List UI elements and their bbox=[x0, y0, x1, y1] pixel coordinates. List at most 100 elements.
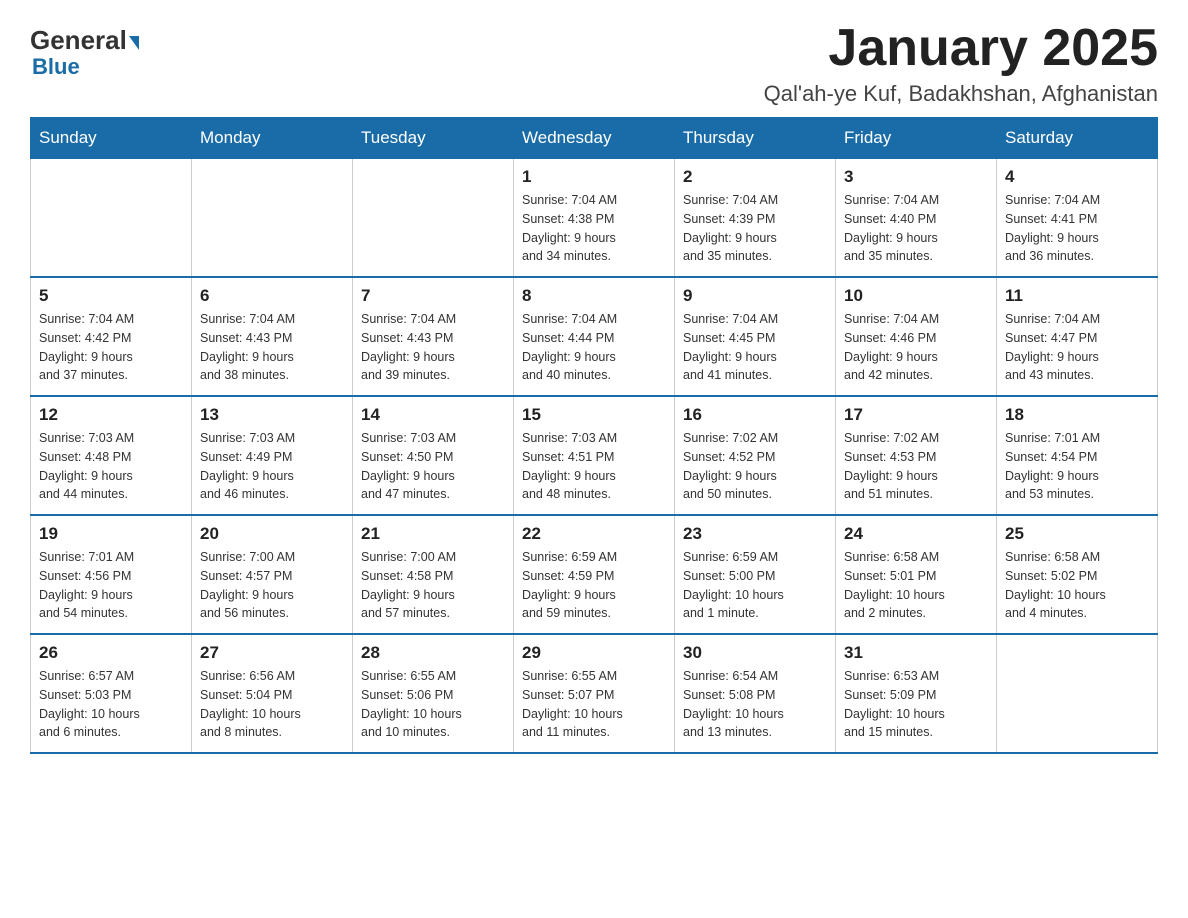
day-number: 25 bbox=[1005, 524, 1149, 544]
month-title: January 2025 bbox=[764, 20, 1158, 77]
location-title: Qal'ah-ye Kuf, Badakhshan, Afghanistan bbox=[764, 81, 1158, 107]
calendar-cell bbox=[192, 159, 353, 278]
day-number: 19 bbox=[39, 524, 183, 544]
calendar-week-row: 1Sunrise: 7:04 AM Sunset: 4:38 PM Daylig… bbox=[31, 159, 1158, 278]
calendar-week-row: 12 Sunrise: 7:03 AM Sunset: 4:48 PM Dayli… bbox=[31, 396, 1158, 515]
day-info: Sunrise: 7:03 AM Sunset: 4:50 PM Dayligh… bbox=[361, 429, 505, 504]
calendar-cell: 30 Sunrise: 6:54 AM Sunset: 5:08 PM Dayli… bbox=[675, 634, 836, 753]
day-info: Sunrise: 7:04 AM Sunset: 4:38 PM Dayligh… bbox=[522, 191, 666, 266]
weekday-header-thursday: Thursday bbox=[675, 118, 836, 159]
calendar-cell: 9 Sunrise: 7:04 AM Sunset: 4:45 PM Daylig… bbox=[675, 277, 836, 396]
calendar-week-row: 5 Sunrise: 7:04 AM Sunset: 4:42 PM Daylig… bbox=[31, 277, 1158, 396]
calendar-cell: 4Sunrise: 7:04 AM Sunset: 4:41 PM Daylig… bbox=[997, 159, 1158, 278]
calendar-cell bbox=[353, 159, 514, 278]
day-number: 24 bbox=[844, 524, 988, 544]
calendar-cell: 15 Sunrise: 7:03 AM Sunset: 4:51 PM Dayli… bbox=[514, 396, 675, 515]
calendar-cell: 18Sunrise: 7:01 AM Sunset: 4:54 PM Dayli… bbox=[997, 396, 1158, 515]
calendar-cell: 27Sunrise: 6:56 AM Sunset: 5:04 PM Dayli… bbox=[192, 634, 353, 753]
calendar-cell: 24 Sunrise: 6:58 AM Sunset: 5:01 PM Dayli… bbox=[836, 515, 997, 634]
day-info: Sunrise: 6:55 AM Sunset: 5:07 PM Dayligh… bbox=[522, 667, 666, 742]
day-number: 13 bbox=[200, 405, 344, 425]
calendar-cell: 2 Sunrise: 7:04 AM Sunset: 4:39 PM Daylig… bbox=[675, 159, 836, 278]
logo-general: General bbox=[30, 25, 139, 56]
day-info: Sunrise: 7:00 AM Sunset: 4:58 PM Dayligh… bbox=[361, 548, 505, 623]
calendar-cell: 26Sunrise: 6:57 AM Sunset: 5:03 PM Dayli… bbox=[31, 634, 192, 753]
day-info: Sunrise: 6:55 AM Sunset: 5:06 PM Dayligh… bbox=[361, 667, 505, 742]
day-info: Sunrise: 7:03 AM Sunset: 4:51 PM Dayligh… bbox=[522, 429, 666, 504]
weekday-header-sunday: Sunday bbox=[31, 118, 192, 159]
day-number: 30 bbox=[683, 643, 827, 663]
day-number: 6 bbox=[200, 286, 344, 306]
calendar-cell: 11 Sunrise: 7:04 AM Sunset: 4:47 PM Dayli… bbox=[997, 277, 1158, 396]
day-info: Sunrise: 7:04 AM Sunset: 4:40 PM Dayligh… bbox=[844, 191, 988, 266]
day-info: Sunrise: 7:02 AM Sunset: 4:52 PM Dayligh… bbox=[683, 429, 827, 504]
weekday-header-monday: Monday bbox=[192, 118, 353, 159]
day-number: 4 bbox=[1005, 167, 1149, 187]
day-number: 15 bbox=[522, 405, 666, 425]
day-number: 14 bbox=[361, 405, 505, 425]
page-header: General Blue January 2025 Qal'ah-ye Kuf,… bbox=[30, 20, 1158, 107]
day-number: 11 bbox=[1005, 286, 1149, 306]
logo-arrow-icon bbox=[129, 36, 139, 50]
day-info: Sunrise: 7:03 AM Sunset: 4:48 PM Dayligh… bbox=[39, 429, 183, 504]
day-number: 23 bbox=[683, 524, 827, 544]
day-number: 20 bbox=[200, 524, 344, 544]
day-info: Sunrise: 7:04 AM Sunset: 4:39 PM Dayligh… bbox=[683, 191, 827, 266]
calendar-cell: 29 Sunrise: 6:55 AM Sunset: 5:07 PM Dayli… bbox=[514, 634, 675, 753]
day-info: Sunrise: 7:04 AM Sunset: 4:42 PM Dayligh… bbox=[39, 310, 183, 385]
day-number: 5 bbox=[39, 286, 183, 306]
day-number: 9 bbox=[683, 286, 827, 306]
day-number: 2 bbox=[683, 167, 827, 187]
calendar-cell: 1Sunrise: 7:04 AM Sunset: 4:38 PM Daylig… bbox=[514, 159, 675, 278]
calendar-cell: 23 Sunrise: 6:59 AM Sunset: 5:00 PM Dayli… bbox=[675, 515, 836, 634]
day-number: 26 bbox=[39, 643, 183, 663]
day-info: Sunrise: 6:58 AM Sunset: 5:01 PM Dayligh… bbox=[844, 548, 988, 623]
day-info: Sunrise: 7:04 AM Sunset: 4:43 PM Dayligh… bbox=[361, 310, 505, 385]
day-number: 16 bbox=[683, 405, 827, 425]
day-number: 31 bbox=[844, 643, 988, 663]
day-info: Sunrise: 6:59 AM Sunset: 4:59 PM Dayligh… bbox=[522, 548, 666, 623]
day-info: Sunrise: 7:04 AM Sunset: 4:45 PM Dayligh… bbox=[683, 310, 827, 385]
day-number: 21 bbox=[361, 524, 505, 544]
calendar-cell bbox=[997, 634, 1158, 753]
day-info: Sunrise: 6:59 AM Sunset: 5:00 PM Dayligh… bbox=[683, 548, 827, 623]
day-info: Sunrise: 7:02 AM Sunset: 4:53 PM Dayligh… bbox=[844, 429, 988, 504]
day-info: Sunrise: 7:04 AM Sunset: 4:43 PM Dayligh… bbox=[200, 310, 344, 385]
day-info: Sunrise: 7:01 AM Sunset: 4:56 PM Dayligh… bbox=[39, 548, 183, 623]
day-info: Sunrise: 7:04 AM Sunset: 4:44 PM Dayligh… bbox=[522, 310, 666, 385]
logo-general-text: General bbox=[30, 25, 127, 56]
day-info: Sunrise: 7:03 AM Sunset: 4:49 PM Dayligh… bbox=[200, 429, 344, 504]
calendar-week-row: 19 Sunrise: 7:01 AM Sunset: 4:56 PM Dayli… bbox=[31, 515, 1158, 634]
weekday-header-saturday: Saturday bbox=[997, 118, 1158, 159]
day-number: 12 bbox=[39, 405, 183, 425]
day-number: 3 bbox=[844, 167, 988, 187]
day-number: 7 bbox=[361, 286, 505, 306]
calendar-table: SundayMondayTuesdayWednesdayThursdayFrid… bbox=[30, 117, 1158, 754]
calendar-cell: 31 Sunrise: 6:53 AM Sunset: 5:09 PM Dayli… bbox=[836, 634, 997, 753]
calendar-cell: 6 Sunrise: 7:04 AM Sunset: 4:43 PM Daylig… bbox=[192, 277, 353, 396]
day-number: 18 bbox=[1005, 405, 1149, 425]
day-number: 22 bbox=[522, 524, 666, 544]
day-info: Sunrise: 6:53 AM Sunset: 5:09 PM Dayligh… bbox=[844, 667, 988, 742]
calendar-cell: 16 Sunrise: 7:02 AM Sunset: 4:52 PM Dayli… bbox=[675, 396, 836, 515]
day-number: 29 bbox=[522, 643, 666, 663]
calendar-cell: 8Sunrise: 7:04 AM Sunset: 4:44 PM Daylig… bbox=[514, 277, 675, 396]
day-info: Sunrise: 6:54 AM Sunset: 5:08 PM Dayligh… bbox=[683, 667, 827, 742]
calendar-cell: 14 Sunrise: 7:03 AM Sunset: 4:50 PM Dayli… bbox=[353, 396, 514, 515]
day-info: Sunrise: 7:04 AM Sunset: 4:46 PM Dayligh… bbox=[844, 310, 988, 385]
calendar-cell: 20 Sunrise: 7:00 AM Sunset: 4:57 PM Dayli… bbox=[192, 515, 353, 634]
calendar-cell: 12 Sunrise: 7:03 AM Sunset: 4:48 PM Dayli… bbox=[31, 396, 192, 515]
day-info: Sunrise: 6:58 AM Sunset: 5:02 PM Dayligh… bbox=[1005, 548, 1149, 623]
day-number: 17 bbox=[844, 405, 988, 425]
day-info: Sunrise: 7:00 AM Sunset: 4:57 PM Dayligh… bbox=[200, 548, 344, 623]
logo: General Blue bbox=[30, 25, 139, 80]
calendar-cell: 3 Sunrise: 7:04 AM Sunset: 4:40 PM Daylig… bbox=[836, 159, 997, 278]
calendar-cell: 17 Sunrise: 7:02 AM Sunset: 4:53 PM Dayli… bbox=[836, 396, 997, 515]
day-info: Sunrise: 7:04 AM Sunset: 4:47 PM Dayligh… bbox=[1005, 310, 1149, 385]
weekday-header-row: SundayMondayTuesdayWednesdayThursdayFrid… bbox=[31, 118, 1158, 159]
weekday-header-wednesday: Wednesday bbox=[514, 118, 675, 159]
weekday-header-friday: Friday bbox=[836, 118, 997, 159]
title-area: January 2025 Qal'ah-ye Kuf, Badakhshan, … bbox=[764, 20, 1158, 107]
calendar-cell: 25 Sunrise: 6:58 AM Sunset: 5:02 PM Dayli… bbox=[997, 515, 1158, 634]
calendar-cell: 10Sunrise: 7:04 AM Sunset: 4:46 PM Dayli… bbox=[836, 277, 997, 396]
